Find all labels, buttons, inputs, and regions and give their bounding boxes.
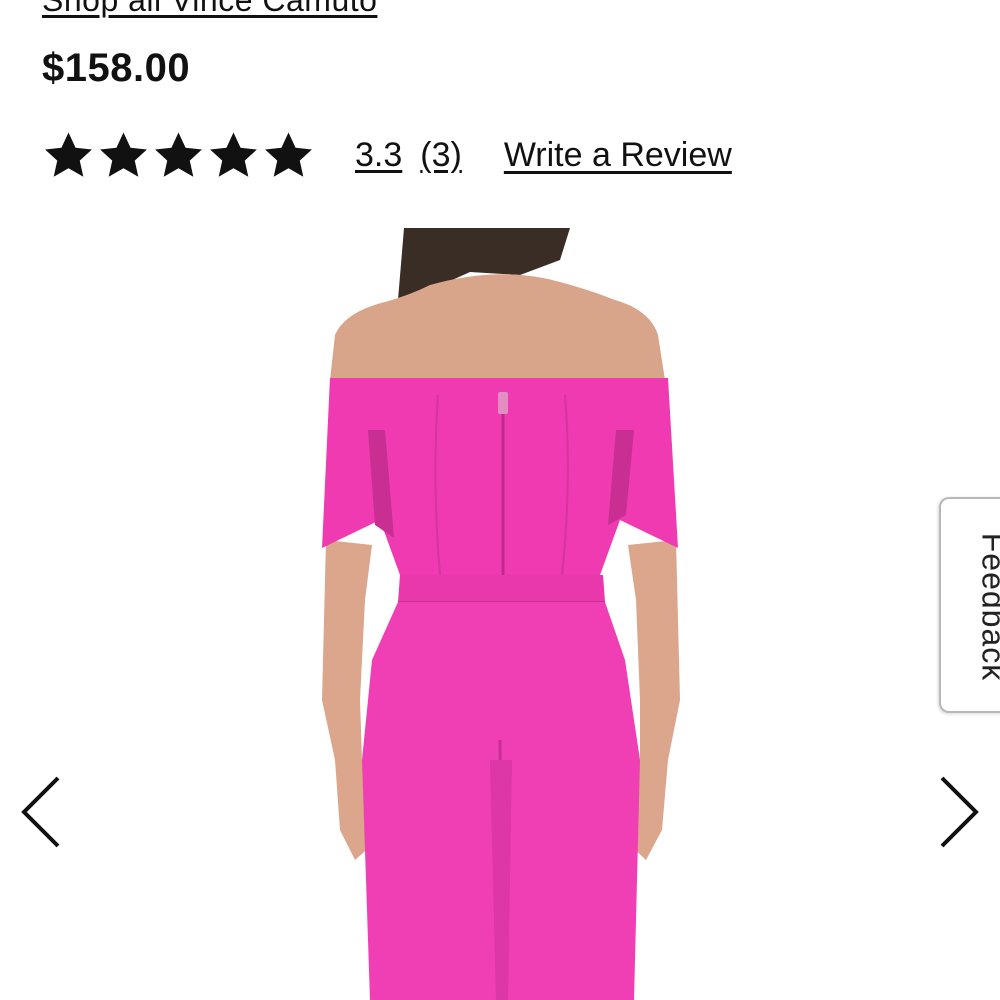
product-price: $158.00 [42, 46, 191, 90]
write-review-link[interactable]: Write a Review [504, 136, 732, 175]
star-icon [265, 132, 312, 177]
chevron-left-icon [21, 776, 60, 848]
rating-row: 3.3 (3) Write a Review [42, 125, 732, 185]
rating-value-link[interactable]: 3.3 [355, 136, 402, 175]
star-icon [100, 132, 147, 177]
chevron-right-icon [940, 776, 979, 848]
star-icon [45, 132, 92, 177]
previous-image-button[interactable] [12, 768, 72, 858]
star-rating[interactable] [42, 129, 315, 182]
star-icon [210, 132, 257, 177]
product-image[interactable] [0, 228, 1000, 1000]
feedback-tab[interactable]: Feedback [939, 497, 1000, 713]
review-count-link[interactable]: (3) [420, 136, 462, 175]
product-page: Shop all Vince Camuto $158.00 3.3 (3) Wr… [0, 0, 1000, 1000]
next-image-button[interactable] [928, 768, 988, 858]
feedback-label: Feedback [975, 532, 1000, 682]
shop-all-brand-link[interactable]: Shop all Vince Camuto [42, 0, 377, 19]
star-icon [155, 132, 202, 177]
